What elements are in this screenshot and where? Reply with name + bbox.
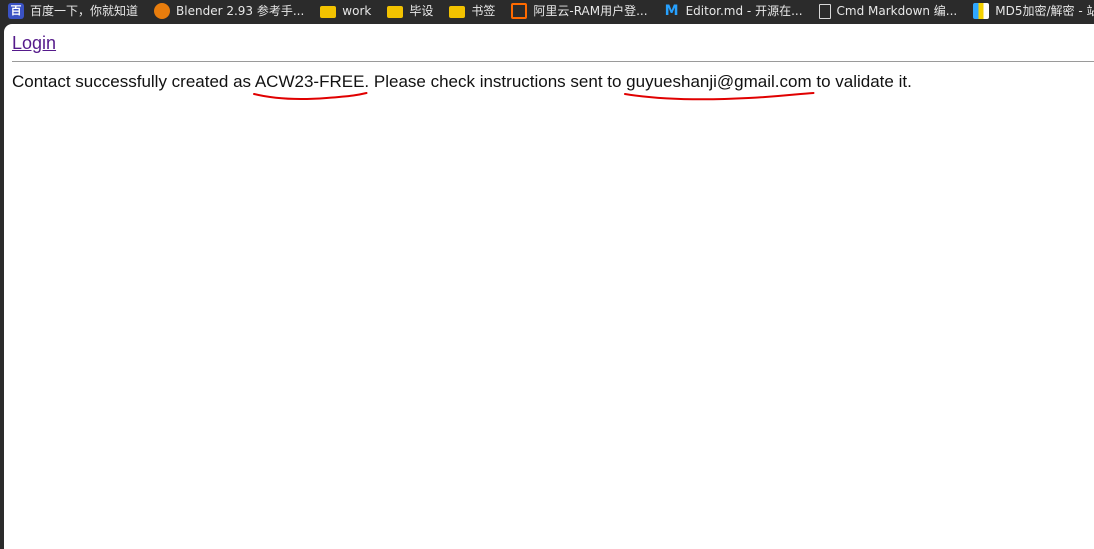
- folder-icon: [320, 6, 337, 18]
- bookmark-baidu[interactable]: 百 百度一下，你就知道: [8, 0, 138, 22]
- bookmark-label: work: [342, 4, 372, 18]
- blender-icon: [154, 3, 171, 19]
- bookmark-blender[interactable]: Blender 2.93 参考手...: [154, 0, 304, 22]
- red-underline-annotation: [624, 92, 815, 101]
- bookmark-folder-shuqian[interactable]: 书签: [449, 0, 495, 22]
- baidu-icon: 百: [8, 3, 24, 19]
- bookmark-folder-work[interactable]: work: [320, 0, 371, 22]
- document-icon: [818, 3, 831, 19]
- contact-id-value: ACW23-FREE: [254, 72, 365, 91]
- bookmark-label: 毕设: [409, 4, 434, 18]
- folder-icon: [449, 6, 466, 18]
- bookmark-label: 百度一下，你就知道: [30, 4, 139, 18]
- contact-id-text: ACW23-FREE: [252, 72, 368, 100]
- message-middle: . Please check instructions sent to: [364, 72, 627, 91]
- folder-icon: [387, 6, 404, 18]
- bookmark-md5[interactable]: MD5加密/解密 - 站...: [973, 0, 1094, 22]
- email-text: guyueshanji@gmail.com: [624, 72, 815, 101]
- bookmark-label: MD5加密/解密 - 站...: [995, 4, 1094, 18]
- login-link[interactable]: Login: [12, 33, 56, 54]
- success-message: Contact successfully created as ACW23-FR…: [12, 72, 912, 101]
- aliyun-icon: [511, 3, 528, 19]
- bookmark-cmd-markdown[interactable]: Cmd Markdown 编...: [818, 0, 958, 22]
- md5-icon: [973, 3, 990, 19]
- bookmark-aliyun[interactable]: 阿里云-RAM用户登...: [511, 0, 648, 22]
- bookmarks-bar: 百 百度一下，你就知道 Blender 2.93 参考手... work 毕设 …: [0, 0, 1094, 22]
- horizontal-rule: [12, 61, 1094, 62]
- bookmark-label: 书签: [471, 4, 496, 18]
- bookmark-label: Blender 2.93 参考手...: [176, 4, 305, 18]
- m-icon: M: [664, 3, 679, 19]
- red-underline-annotation: [252, 92, 368, 100]
- bookmark-label: 阿里云-RAM用户登...: [533, 4, 648, 18]
- message-prefix: Contact successfully created as: [12, 72, 255, 91]
- bookmark-label: Editor.md - 开源在...: [685, 4, 803, 18]
- email-value: guyueshanji@gmail.com: [626, 72, 812, 91]
- message-suffix: to validate it.: [811, 72, 912, 91]
- browser-window: 百 百度一下，你就知道 Blender 2.93 参考手... work 毕设 …: [0, 0, 1094, 549]
- bookmark-editor-md[interactable]: M Editor.md - 开源在...: [664, 0, 803, 22]
- page-viewport: Login Contact successfully created as AC…: [4, 24, 1094, 549]
- bookmark-label: Cmd Markdown 编...: [836, 4, 958, 18]
- bookmark-folder-bishe[interactable]: 毕设: [387, 0, 433, 22]
